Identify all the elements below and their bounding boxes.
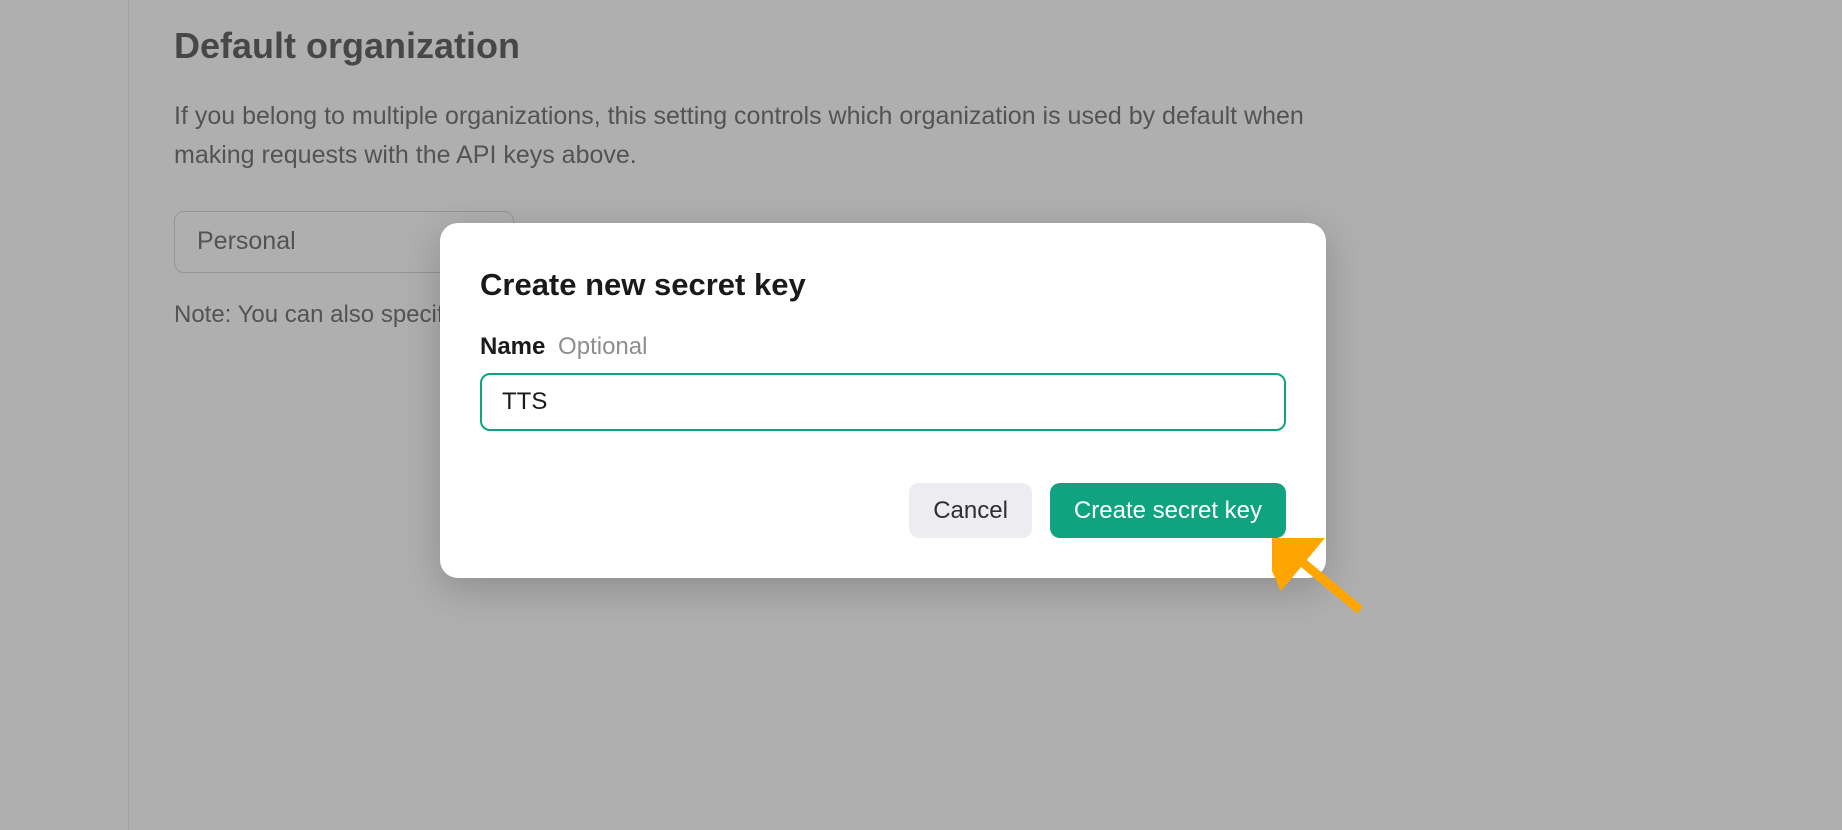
create-secret-key-modal: Create new secret key Name Optional Canc… — [440, 223, 1326, 578]
modal-actions: Cancel Create secret key — [480, 483, 1286, 538]
modal-overlay[interactable]: Create new secret key Name Optional Canc… — [0, 0, 1842, 830]
name-field-label: Name — [480, 333, 545, 360]
modal-title: Create new secret key — [480, 267, 1286, 303]
name-field-label-row: Name Optional — [480, 333, 1286, 361]
name-input[interactable] — [480, 373, 1286, 431]
name-field-hint: Optional — [558, 333, 647, 360]
create-secret-key-button[interactable]: Create secret key — [1050, 483, 1286, 538]
cancel-button[interactable]: Cancel — [909, 483, 1032, 538]
